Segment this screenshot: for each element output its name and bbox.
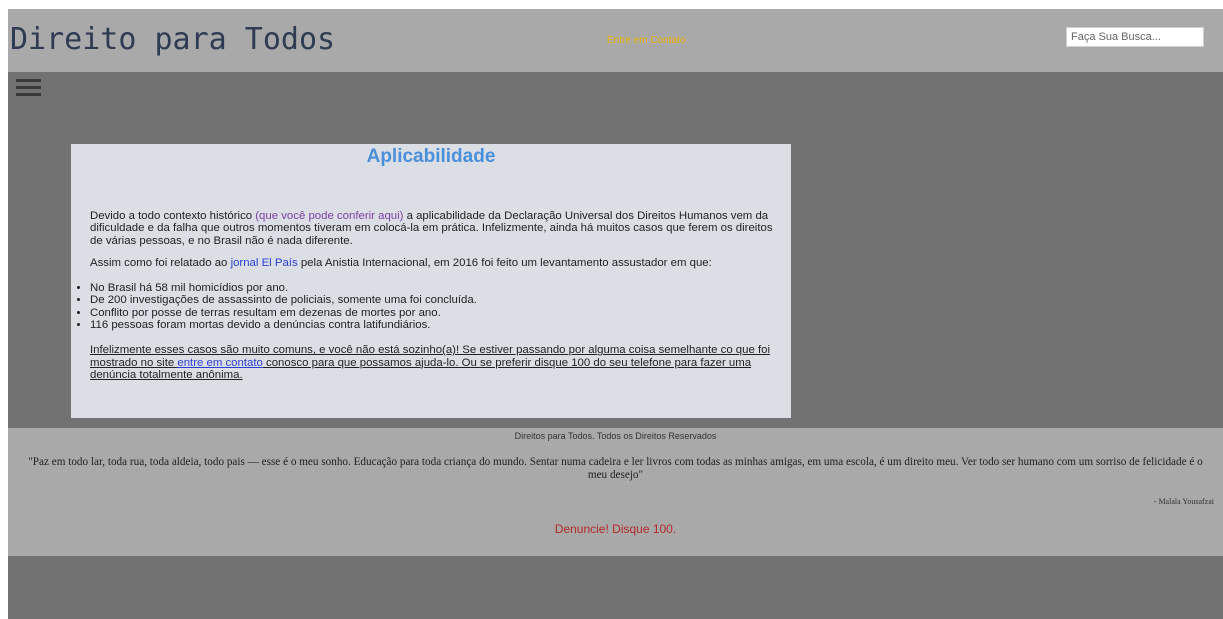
- site-header: Direito para Todos Entre em Contato: [8, 9, 1223, 72]
- article-body: Devido a todo contexto histórico (que vo…: [90, 210, 780, 381]
- malala-quote: "Paz em todo lar, toda rua, toda aldeia,…: [28, 456, 1203, 481]
- article-card: Aplicabilidade Devido a todo contexto hi…: [71, 144, 791, 418]
- article-paragraph-3: Infelizmente esses casos são muito comun…: [90, 344, 780, 381]
- el-pais-link[interactable]: jornal El País: [231, 257, 298, 269]
- contact-us-link[interactable]: entre em contato: [177, 357, 262, 369]
- list-item: De 200 investigações de assassinto de po…: [90, 294, 780, 306]
- paragraph-text: Devido a todo contexto histórico: [90, 210, 256, 222]
- page-frame: Direito para Todos Entre em Contato Apli…: [8, 9, 1223, 619]
- contact-link[interactable]: Entre em Contato: [607, 35, 685, 46]
- paragraph-text: Assim como foi relatado ao: [90, 256, 231, 269]
- site-footer: Direitos para Todos. Todos os Direitos R…: [8, 428, 1223, 556]
- quote-author: - Malala Yousafzai: [1153, 497, 1214, 506]
- list-item: 116 pessoas foram mortas devido a denúnc…: [90, 319, 780, 331]
- copyright-text: Direitos para Todos. Todos os Direitos R…: [514, 431, 717, 441]
- search-input[interactable]: [1066, 27, 1204, 47]
- article-paragraph-1: Devido a todo contexto histórico (que vo…: [90, 210, 780, 247]
- article-title: Aplicabilidade: [366, 146, 496, 167]
- report-call-to-action: Denuncie! Disque 100.: [554, 522, 677, 536]
- facts-list: No Brasil há 58 mil homicídios por ano. …: [71, 282, 780, 331]
- article-paragraph-2: Assim como foi relatado ao jornal El Paí…: [90, 257, 780, 269]
- paragraph-text: pela Anistia Internacional, em 2016 foi …: [297, 256, 712, 269]
- hamburger-menu-icon[interactable]: [16, 79, 41, 99]
- site-title: Direito para Todos: [10, 22, 336, 57]
- list-item: No Brasil há 58 mil homicídios por ano.: [90, 282, 780, 294]
- list-item: Conflito por posse de terras resultam em…: [90, 307, 780, 319]
- history-link[interactable]: (que você pode conferir aqui): [255, 210, 403, 222]
